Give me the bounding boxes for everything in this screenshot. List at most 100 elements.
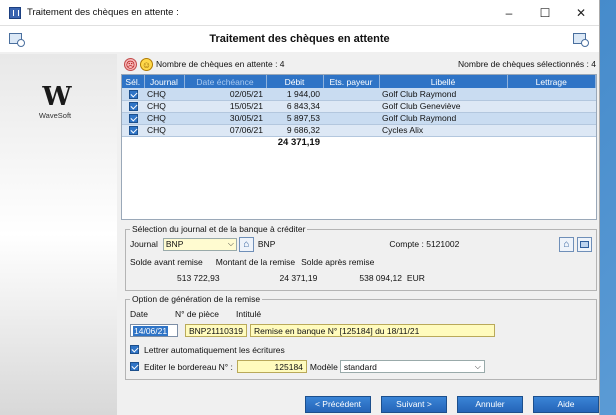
cancel-button[interactable]: Annuler [457,396,523,413]
before-value: 513 722,93 [177,273,220,283]
cell-payer [323,112,379,125]
after-value: 538 094,12 [359,273,402,283]
logo-text: WaveSoft [38,111,72,120]
col-lettrage[interactable]: Lettrage [507,75,596,88]
amount-label: Montant de la remise [215,257,296,267]
col-payer[interactable]: Ets. payeur [323,75,380,88]
cell-journal: CHQ [144,124,184,137]
cell-journal: CHQ [144,100,184,113]
journal-section-legend: Sélection du journal et de la banque à c… [132,224,306,234]
cell-lettrage [507,124,596,137]
date-label: Date [130,309,148,319]
selected-count: Nombre de chèques sélectionnés : 4 [458,59,596,69]
col-journal[interactable]: Journal [144,75,185,88]
journal-select[interactable]: BNP ⌵ [162,237,237,251]
row-checkbox[interactable] [128,126,138,136]
cell-label: Golf Club Raymond [379,112,507,125]
main-panel: ☹ ☺ Nombre de chèques en attente : 4 Nom… [119,54,599,415]
dialog-window: Traitement des chèques en attente : – ☐ … [0,0,600,415]
lettrer-label: Lettrer automatiquement les écritures [144,344,285,355]
col-debit[interactable]: Débit [266,75,324,88]
app-icon [9,6,21,19]
total-row: 24 371,19 [122,136,596,148]
cell-date: 30/05/21 [184,112,266,125]
row-checkbox[interactable] [128,89,138,99]
modele-select[interactable]: standard ⌵ [339,360,485,373]
table-row[interactable]: CHQ 07/06/21 9 686,32 Cycles Alix [122,124,596,137]
cell-payer [323,100,379,113]
home-icon[interactable]: ⌂ [238,236,254,252]
logo-mark-icon: W [42,82,71,112]
cell-label: Cycles Alix [379,124,507,137]
cell-journal: CHQ [144,88,184,101]
button-bar: < Précédent Suivant > Annuler Aide [305,396,599,413]
help-button[interactable]: Aide [533,396,599,413]
table-row[interactable]: CHQ 15/05/21 6 843,34 Golf Club Genevièv… [122,100,596,113]
currency: EUR [406,273,425,283]
bordereau-input[interactable]: 125184 [236,360,307,373]
cell-debit: 5 897,53 [266,112,323,125]
cell-lettrage [507,88,596,101]
close-button[interactable]: ✕ [563,6,599,20]
logo: W WaveSoft [20,84,90,120]
pending-count: Nombre de chèques en attente : 4 [156,59,285,69]
cell-debit: 9 686,32 [266,124,323,137]
table-row[interactable]: CHQ 30/05/21 5 897,53 Golf Club Raymond [122,112,596,125]
col-label[interactable]: Libellé [379,75,508,88]
bordereau-checkbox[interactable] [130,362,139,371]
piece-label: N° de pièce [174,309,220,319]
home-icon-right[interactable]: ⌂ [559,236,574,252]
cell-date: 07/06/21 [184,124,266,137]
settings-icon-right[interactable] [573,33,589,47]
table-row[interactable]: CHQ 02/05/21 1 944,00 Golf Club Raymond [122,88,596,101]
chevron-down-icon: ⌵ [474,361,481,371]
status-bar: ☹ ☺ Nombre de chèques en attente : 4 Nom… [119,54,599,74]
cell-date: 15/05/21 [184,100,266,113]
journal-value: BNP [165,239,184,249]
bordereau-label: Editer le bordereau N° : [144,361,233,372]
cell-payer [323,124,379,137]
window-title: Traitement des chèques en attente : [27,7,179,18]
piece-input[interactable]: BNP21110319 [185,323,247,337]
sad-face-icon[interactable]: ☹ [124,57,137,71]
journal-section: Sélection du journal et de la banque à c… [125,224,597,291]
intitule-input[interactable]: Remise en banque N° [125184] du 18/11/21 [250,323,495,337]
page-title: Traitement des chèques en attente [209,33,390,45]
title-bar: Traitement des chèques en attente : – ☐ … [0,0,599,26]
col-sel[interactable]: Sél. [122,75,145,88]
row-checkbox[interactable] [128,102,138,112]
cell-debit: 6 843,34 [266,100,323,113]
card-icon[interactable] [577,236,592,252]
modele-value: standard [343,361,377,372]
cell-label: Golf Club Raymond [379,88,507,101]
side-panel: W WaveSoft [0,54,117,415]
cheques-table: Sél. Journal Date échéance Débit Ets. pa… [121,74,597,220]
col-date[interactable]: Date échéance [184,75,267,88]
cell-lettrage [507,112,596,125]
minimize-button[interactable]: – [491,6,527,20]
date-input[interactable]: 14/06/21 [130,323,178,337]
previous-button[interactable]: < Précédent [305,396,371,413]
journal-label: Journal [130,239,158,249]
before-label: Solde avant remise [130,257,203,267]
cell-label: Golf Club Geneviève [379,100,507,113]
cell-payer [323,88,379,101]
amount-value: 24 371,19 [279,273,318,283]
settings-icon[interactable] [9,33,25,47]
options-section: Option de génération de la remise Date N… [125,294,597,380]
date-value: 14/06/21 [133,325,169,336]
bank-name: BNP [257,239,276,249]
cell-lettrage [507,100,596,113]
options-legend: Option de génération de la remise [132,294,261,304]
row-checkbox[interactable] [128,114,138,124]
chevron-down-icon: ⌵ [227,239,234,248]
header: Traitement des chèques en attente [0,26,599,52]
cell-date: 02/05/21 [184,88,266,101]
cell-debit: 1 944,00 [266,88,323,101]
happy-face-icon[interactable]: ☺ [140,57,153,71]
lettrer-checkbox[interactable] [130,345,139,354]
maximize-button[interactable]: ☐ [527,6,563,20]
next-button[interactable]: Suivant > [381,396,447,413]
cell-journal: CHQ [144,112,184,125]
intitule-label: Intitulé [236,309,262,319]
